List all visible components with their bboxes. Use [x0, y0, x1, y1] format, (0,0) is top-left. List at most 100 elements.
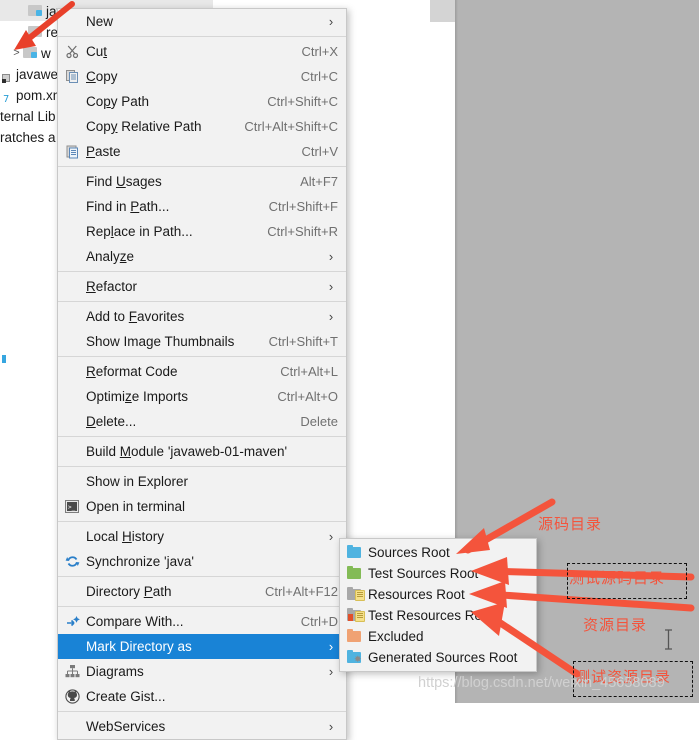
menu-item-icon	[58, 89, 86, 114]
menu-item-shortcut: Ctrl+C	[300, 69, 338, 84]
submenu-item-label: Excluded	[368, 629, 424, 644]
svg-text:7: 7	[3, 94, 9, 104]
menu-item-reformat-code[interactable]: Reformat Code Ctrl+Alt+L	[58, 359, 346, 384]
github-icon	[58, 684, 86, 709]
menu-item-icon	[58, 579, 86, 604]
menu-item-add-to-favorites[interactable]: Add to Favorites ›	[58, 304, 346, 329]
menu-item-label: Optimize Imports	[86, 389, 189, 404]
menu-item-icon	[58, 274, 86, 299]
menu-item-shortcut: Ctrl+Shift+F	[268, 199, 338, 214]
paste-icon	[58, 139, 86, 164]
menu-item-show-image-thumbnails[interactable]: Show Image Thumbnails Ctrl+Shift+T	[58, 329, 346, 354]
menu-separator	[58, 36, 346, 37]
menu-item-label: Local History	[86, 529, 165, 544]
chevron-right-icon: ›	[328, 249, 334, 264]
menu-item-label: Reformat Code	[86, 364, 178, 379]
menu-item-label: Add to Favorites	[86, 309, 185, 324]
menu-item-label: Analyze	[86, 249, 135, 264]
menu-item-icon	[58, 714, 86, 739]
text-cursor-icon	[665, 629, 672, 650]
menu-item-webservices[interactable]: WebServices ›	[58, 714, 346, 739]
menu-item-local-history[interactable]: Local History ›	[58, 524, 346, 549]
folder-gray-red-lines-icon	[340, 608, 368, 622]
menu-item-create-gist[interactable]: Create Gist...	[58, 684, 346, 709]
menu-item-label: Copy Path	[86, 94, 150, 109]
menu-item-label: Find in Path...	[86, 199, 170, 214]
svg-text:>_: >_	[68, 504, 76, 511]
menu-item-icon	[58, 439, 86, 464]
menu-item-label: Create Gist...	[86, 689, 166, 704]
maven-icon: 7	[2, 89, 13, 105]
menu-item-find-in-path[interactable]: Find in Path... Ctrl+Shift+F	[58, 194, 346, 219]
menu-item-paste[interactable]: Paste Ctrl+V	[58, 139, 346, 164]
menu-item-analyze[interactable]: Analyze ›	[58, 244, 346, 269]
chevron-right-icon: ›	[328, 14, 334, 29]
menu-item-icon	[58, 219, 86, 244]
menu-item-icon	[58, 114, 86, 139]
menu-item-icon	[58, 329, 86, 354]
menu-item-icon	[58, 169, 86, 194]
submenu-item-label: Sources Root	[368, 545, 450, 560]
menu-separator	[58, 606, 346, 607]
menu-item-optimize-imports[interactable]: Optimize Imports Ctrl+Alt+O	[58, 384, 346, 409]
menu-item-shortcut: Ctrl+Alt+F12	[265, 584, 338, 599]
menu-item-label: Open in terminal	[86, 499, 186, 514]
menu-item-mark-directory-as[interactable]: Mark Directory as ›	[58, 634, 346, 659]
menu-item-label: Paste	[86, 144, 121, 159]
menu-item-find-usages[interactable]: Find Usages Alt+F7	[58, 169, 346, 194]
menu-item-shortcut: Alt+F7	[300, 174, 338, 189]
menu-item-new[interactable]: New ›	[58, 9, 346, 34]
menu-item-label: Show Image Thumbnails	[86, 334, 235, 349]
menu-item-replace-in-path[interactable]: Replace in Path... Ctrl+Shift+R	[58, 219, 346, 244]
menu-item-refactor[interactable]: Refactor ›	[58, 274, 346, 299]
menu-separator	[58, 436, 346, 437]
menu-item-icon	[58, 304, 86, 329]
menu-item-copy-path[interactable]: Copy Path Ctrl+Shift+C	[58, 89, 346, 114]
menu-item-shortcut: Ctrl+Shift+T	[268, 334, 338, 349]
tree-item-label: ratches a	[0, 129, 56, 145]
menu-item-synchronize[interactable]: Synchronize 'java'	[58, 549, 346, 574]
menu-item-open-in-terminal[interactable]: >_ Open in terminal	[58, 494, 346, 519]
gutter-marker-icon	[2, 355, 6, 363]
menu-separator	[58, 271, 346, 272]
menu-separator	[58, 521, 346, 522]
menu-item-icon	[58, 409, 86, 434]
refresh-icon	[58, 549, 86, 574]
menu-item-directory-path[interactable]: Directory Path Ctrl+Alt+F12	[58, 579, 346, 604]
menu-item-label: Mark Directory as	[86, 639, 192, 654]
menu-item-shortcut: Delete	[300, 414, 338, 429]
diagram-icon	[58, 659, 86, 684]
context-menu[interactable]: New › Cut Ctrl+X Copy Ctrl+C Copy Path C…	[57, 8, 347, 740]
annotation-label-resource-dir: 资源目录	[583, 616, 648, 634]
menu-item-label: WebServices	[86, 719, 166, 734]
folder-orange-icon	[340, 629, 368, 642]
menu-item-label: Show in Explorer	[86, 474, 189, 489]
menu-separator	[58, 466, 346, 467]
menu-item-label: Cut	[86, 44, 108, 59]
menu-item-label: Build Module 'javaweb-01-maven'	[86, 444, 288, 459]
menu-item-label-diagrams: Diagrams	[86, 664, 144, 679]
menu-item-icon	[58, 359, 86, 384]
submenu-item-label: Resources Root	[368, 587, 465, 602]
menu-item-cut[interactable]: Cut Ctrl+X	[58, 39, 346, 64]
menu-item-label: Delete...	[86, 414, 137, 429]
menu-item-copy[interactable]: Copy Ctrl+C	[58, 64, 346, 89]
chevron-right-icon: ›	[328, 529, 334, 544]
chevron-right-icon: ›	[328, 639, 334, 654]
menu-separator	[58, 166, 346, 167]
menu-item-compare-with[interactable]: Compare With... Ctrl+D	[58, 609, 346, 634]
menu-item-show-in-explorer[interactable]: Show in Explorer	[58, 469, 346, 494]
folder-blue-icon	[340, 545, 368, 558]
menu-item-label: Compare With...	[86, 614, 184, 629]
menu-item-delete[interactable]: Delete... Delete	[58, 409, 346, 434]
menu-item-shortcut: Ctrl+Shift+C	[267, 94, 338, 109]
compare-icon	[58, 609, 86, 634]
chevron-right-icon: ›	[328, 279, 334, 294]
menu-item-icon	[58, 384, 86, 409]
menu-item-copy-relative-path[interactable]: Copy Relative Path Ctrl+Alt+Shift+C	[58, 114, 346, 139]
menu-item-shortcut: Ctrl+D	[300, 614, 338, 629]
menu-item-diagrams[interactable]: Create Gist... Diagrams ›	[58, 659, 346, 684]
menu-item-shortcut: Ctrl+Alt+L	[280, 364, 338, 379]
menu-item-build-module[interactable]: Build Module 'javaweb-01-maven'	[58, 439, 346, 464]
editor-tab-strip	[430, 0, 455, 22]
